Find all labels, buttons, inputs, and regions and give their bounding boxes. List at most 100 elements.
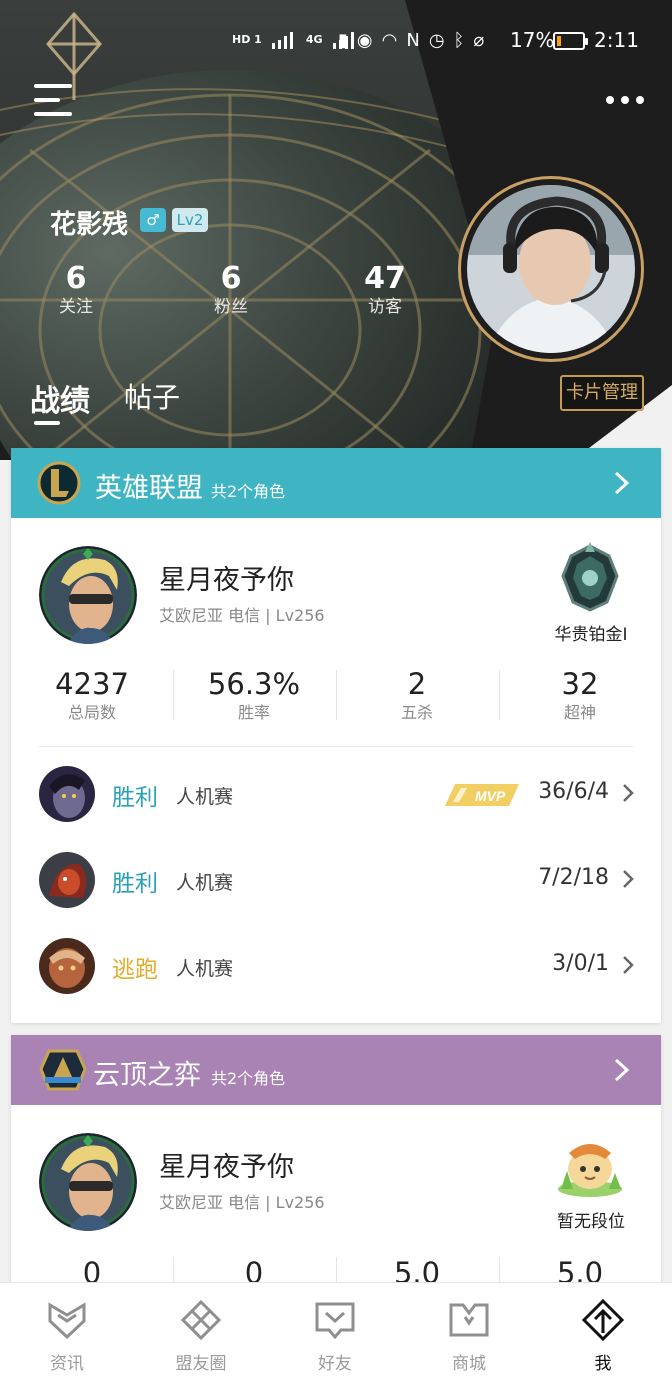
unranked-mascot-icon (558, 1144, 622, 1197)
match-mode: 人机赛 (176, 872, 234, 894)
mvp-badge: MVP (445, 784, 519, 806)
role-count: 共2个角色 (211, 482, 286, 501)
card-title: 英雄联盟 (95, 473, 203, 504)
card-title: 云顶之弈 (93, 1060, 201, 1091)
stat-value: 6 (65, 261, 87, 296)
platinum-rank-icon (561, 542, 619, 612)
stat-following[interactable]: 6 关注 (31, 262, 121, 318)
tab-posts[interactable]: 帖子 (124, 376, 180, 416)
status-bar: HD 1 4G ▮ ◉ ◠ Ν ◷ ᛒ ⌀ 17% 2:11 (0, 22, 672, 58)
tft-card-header[interactable]: 云顶之弈 共2个角色 (11, 1035, 661, 1105)
stat-followers[interactable]: 6 粉丝 (186, 262, 276, 318)
stat-label: 关注 (59, 297, 93, 317)
lol-card: 英雄联盟 共2个角色 星月夜予你 艾欧尼亚 电信 | Lv256 华贵铂金I 4… (11, 448, 661, 1023)
more-options-icon[interactable] (606, 96, 646, 108)
player-avatar[interactable] (39, 546, 137, 644)
match-mode: 人机赛 (176, 958, 234, 980)
bottom-navigation: 资讯 盟友圈 好友 商城 我 (0, 1282, 672, 1386)
champion-portrait-image (39, 852, 95, 908)
mvp-label: MVP (475, 788, 506, 804)
circle-icon (180, 1299, 222, 1341)
clock: 2:11 (594, 28, 639, 52)
stat-label: 访客 (368, 297, 402, 317)
role-count: 共2个角色 (211, 1069, 286, 1088)
summary-value: 2 (407, 667, 427, 701)
summary-label: 胜率 (237, 703, 270, 722)
shop-icon (449, 1303, 489, 1337)
profile-header: HD 1 4G ▮ ◉ ◠ Ν ◷ ᛒ ⌀ 17% 2:11 花影残 ♂ Lv2 (0, 0, 672, 460)
nav-label: 好友 (318, 1354, 352, 1374)
alarm-icon: ◷ (428, 29, 445, 51)
me-icon (582, 1299, 624, 1341)
nav-circle[interactable]: 盟友圈 (134, 1283, 268, 1386)
chevron-right-icon (623, 956, 634, 974)
chevron-right-icon (614, 471, 630, 495)
signal-icon (271, 32, 293, 49)
champion-icon (39, 852, 95, 908)
nav-friends[interactable]: 好友 (268, 1283, 402, 1386)
champion-icon (39, 766, 95, 822)
hd-label: HD 1 (232, 33, 262, 46)
stat-value: 47 (364, 261, 406, 296)
lol-card-header[interactable]: 英雄联盟 共2个角色 (11, 448, 661, 518)
nav-label: 我 (594, 1354, 612, 1374)
battery-percent: 17% (510, 28, 555, 52)
card-manage-button[interactable]: 卡片管理 (560, 375, 644, 411)
profile-avatar[interactable] (458, 176, 644, 362)
league-logo-icon (37, 461, 81, 505)
friends-icon (315, 1302, 355, 1340)
chevron-right-icon (623, 870, 634, 888)
nfc-icon: Ν (406, 29, 420, 51)
divider (39, 746, 633, 747)
nav-label: 资讯 (50, 1354, 84, 1374)
match-row[interactable]: 胜利 人机赛 7/2/18 (11, 838, 661, 924)
tab-records[interactable]: 战绩 (30, 376, 90, 420)
summary-pentakills: 2 五杀 (336, 666, 498, 724)
match-kda: 7/2/18 (538, 865, 609, 890)
nav-shop[interactable]: 商城 (402, 1283, 536, 1386)
stat-visitors[interactable]: 47 访客 (340, 262, 430, 318)
player-server: 艾欧尼亚 电信 | Lv256 (159, 606, 325, 625)
stat-label: 粉丝 (214, 297, 248, 317)
match-kda: 3/0/1 (552, 951, 609, 976)
champion-avatar-image (39, 546, 137, 644)
mute-icon: ⌀ (473, 29, 485, 51)
match-result: 逃跑 (112, 957, 158, 983)
match-row[interactable]: 胜利 人机赛 MVP 36/6/4 (11, 752, 661, 838)
match-row[interactable]: 逃跑 人机赛 3/0/1 (11, 924, 661, 1010)
battery-icon (553, 32, 588, 50)
level-badge: Lv2 (172, 208, 208, 232)
nav-news[interactable]: 资讯 (0, 1283, 134, 1386)
player-server: 艾欧尼亚 电信 | Lv256 (159, 1193, 325, 1212)
summary-label: 五杀 (400, 703, 433, 722)
summary-win-rate: 56.3% 胜率 (173, 666, 335, 724)
status-icons: ▮ ◉ ◠ Ν ◷ ᛒ ⌀ (338, 22, 484, 58)
summary-label: 超神 (563, 703, 596, 722)
rank-label: 暂无段位 (557, 1212, 625, 1232)
summary-legendary: 32 超神 (499, 666, 661, 724)
nav-me[interactable]: 我 (536, 1283, 670, 1386)
match-mode: 人机赛 (176, 786, 234, 808)
stat-value: 6 (220, 261, 242, 296)
tft-logo-icon (39, 1049, 87, 1091)
avatar-image (467, 185, 635, 353)
match-result: 胜利 (112, 785, 158, 811)
match-kda: 36/6/4 (538, 779, 609, 804)
news-icon (48, 1302, 86, 1340)
summary-value: 4237 (55, 667, 129, 701)
player-name: 星月夜予你 (159, 565, 294, 596)
wechat-icon: ◉ (356, 29, 373, 51)
player-name: 星月夜予你 (159, 1152, 294, 1183)
bluetooth-icon: ᛒ (453, 29, 465, 51)
active-tab-indicator (34, 421, 60, 425)
chevron-right-icon (623, 784, 634, 802)
champion-avatar-image (39, 1133, 137, 1231)
network-label: 4G (305, 33, 323, 46)
champion-icon (39, 938, 95, 994)
headphones-icon: ◠ (381, 29, 398, 51)
menu-icon[interactable] (34, 84, 74, 118)
match-result: 胜利 (112, 871, 158, 897)
chevron-right-icon (614, 1058, 630, 1082)
player-avatar[interactable] (39, 1133, 137, 1231)
summary-total-games: 4237 总局数 (11, 666, 173, 724)
